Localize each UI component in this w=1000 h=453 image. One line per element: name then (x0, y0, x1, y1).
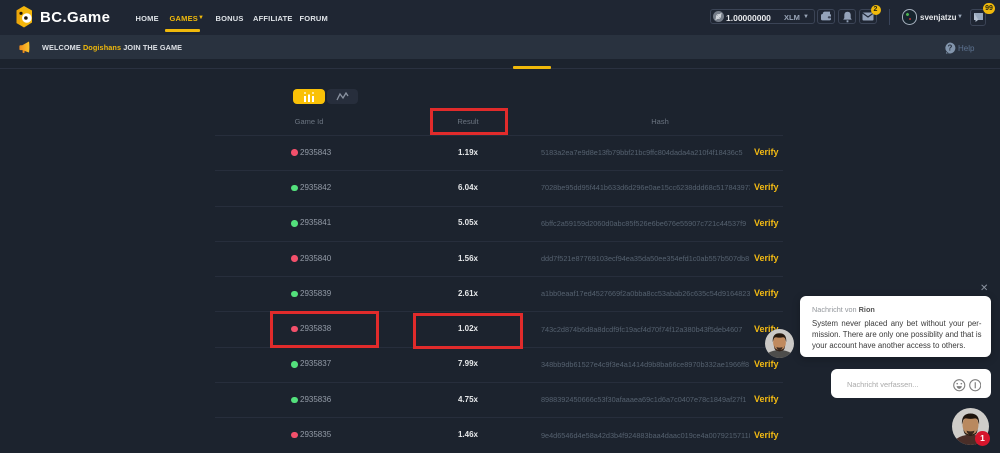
svg-text:?: ? (948, 44, 953, 53)
